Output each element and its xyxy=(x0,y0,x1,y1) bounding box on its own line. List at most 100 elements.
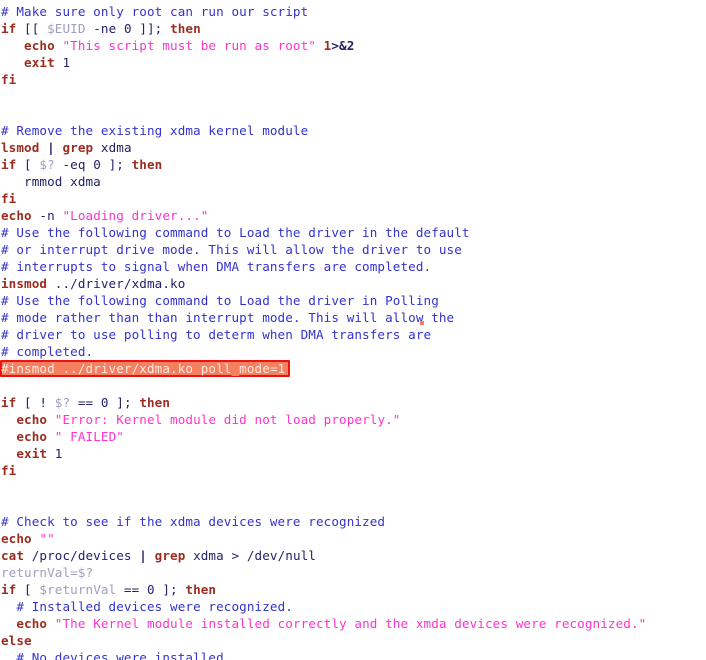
token-keyword: then xyxy=(139,395,171,410)
token-builtin: echo xyxy=(16,616,48,631)
token-plain: 1 xyxy=(47,446,63,461)
code-line[interactable]: cat /proc/devices | grep xdma > /dev/nul… xyxy=(0,547,706,564)
token-plain: 1 xyxy=(54,55,71,70)
code-line[interactable]: echo "" xyxy=(0,530,706,547)
code-line[interactable] xyxy=(0,88,706,105)
token-builtin: echo xyxy=(24,38,55,53)
token-var: $returnVal xyxy=(39,582,117,597)
code-line[interactable]: fi xyxy=(0,71,706,88)
code-line[interactable]: returnVal=$? xyxy=(0,564,706,581)
token-builtin: echo xyxy=(1,531,32,546)
token-plain: ../driver/xdma.ko xyxy=(47,276,186,291)
token-plain: /proc/devices xyxy=(24,548,140,563)
code-line[interactable]: # interrupts to signal when DMA transfer… xyxy=(0,258,706,275)
token-keyword: then xyxy=(131,157,163,172)
token-builtin: echo xyxy=(16,429,48,444)
code-line[interactable]: if [ $returnVal == 0 ]; then xyxy=(0,581,706,598)
code-line[interactable]: exit 1 xyxy=(0,445,706,462)
token-keyword: if xyxy=(1,21,17,36)
code-line[interactable]: echo "This script must be run as root" 1… xyxy=(0,37,706,54)
code-line[interactable]: if [ $? -eq 0 ]; then xyxy=(0,156,706,173)
token-op: | xyxy=(139,548,147,563)
code-line[interactable]: if [[ $EUID -ne 0 ]]; then xyxy=(0,20,706,37)
code-line-highlighted[interactable]: #insmod ../driver/xdma.ko poll_mode=1 xyxy=(0,360,706,377)
code-line[interactable]: fi xyxy=(0,190,706,207)
code-block[interactable]: # Make sure only root can run our script… xyxy=(0,3,706,660)
code-line[interactable]: insmod ../driver/xdma.ko xyxy=(0,275,706,292)
token-plain: 0 xyxy=(123,21,132,36)
token-plain: ]]; xyxy=(131,21,171,36)
code-line[interactable]: # No devices were installed. xyxy=(0,649,706,660)
code-line[interactable]: # Use the following command to Load the … xyxy=(0,224,706,241)
token-var: $? xyxy=(39,157,55,172)
token-builtin: insmod xyxy=(1,276,48,291)
token-comment: # No devices were installed. xyxy=(16,650,232,660)
code-line[interactable] xyxy=(0,496,706,513)
code-line[interactable]: # Remove the existing xdma kernel module xyxy=(0,122,706,139)
token-builtin: grep xyxy=(62,140,94,155)
token-plain: -eq 0 ]; xyxy=(54,157,132,172)
token-builtin: grep xyxy=(154,548,186,563)
code-line[interactable]: # Use the following command to Load the … xyxy=(0,292,706,309)
token-comment: # Remove the existing xdma kernel module xyxy=(1,123,309,138)
code-line[interactable]: exit 1 xyxy=(0,54,706,71)
token-keyword: else xyxy=(1,633,32,648)
token-plain: rmmod xdma xyxy=(1,174,101,189)
token-keyword: fi xyxy=(1,191,17,206)
code-line[interactable]: echo "Error: Kernel module did not load … xyxy=(0,411,706,428)
token-plain: == 0 ]; xyxy=(70,395,140,410)
token-string: "This script must be run as root" xyxy=(62,38,316,53)
token-keyword: then xyxy=(170,21,201,36)
token-string: "Loading driver..." xyxy=(62,208,209,223)
token-plain: [ xyxy=(16,157,40,172)
token-comment: # Check to see if the xdma devices were … xyxy=(1,514,386,529)
code-line[interactable]: # Make sure only root can run our script xyxy=(0,3,706,20)
token-op: | xyxy=(47,140,55,155)
code-line[interactable]: # Check to see if the xdma devices were … xyxy=(0,513,706,530)
code-line[interactable]: echo -n "Loading driver..." xyxy=(0,207,706,224)
token-comment: # Use the following command to Load the … xyxy=(1,225,470,240)
token-keyword: exit xyxy=(24,55,55,70)
code-line[interactable]: lsmod | grep xdma xyxy=(0,139,706,156)
code-line[interactable] xyxy=(0,377,706,394)
code-line[interactable]: if [ ! $? == 0 ]; then xyxy=(0,394,706,411)
token-string: " FAILED" xyxy=(54,429,124,444)
token-plain: xdma xyxy=(93,140,132,155)
code-line[interactable] xyxy=(0,479,706,496)
token-comment: # Make sure only root can run our script xyxy=(1,4,309,19)
token-plain: -n xyxy=(31,208,63,223)
code-line[interactable]: else xyxy=(0,632,706,649)
code-line[interactable]: # or interrupt drive mode. This will all… xyxy=(0,241,706,258)
token-keyword: if xyxy=(1,395,17,410)
token-plain: == 0 ]; xyxy=(116,582,186,597)
script-viewer: # Make sure only root can run our script… xyxy=(0,0,706,660)
token-op: >&2 xyxy=(331,38,355,53)
code-line[interactable]: # driver to use polling to determ when D… xyxy=(0,326,706,343)
code-line[interactable]: # Installed devices were recognized. xyxy=(0,598,706,615)
code-line[interactable]: # mode rather than than interrupt mode. … xyxy=(0,309,706,326)
token-plain: [ xyxy=(16,582,40,597)
token-var: $EUID xyxy=(47,21,86,36)
code-line[interactable]: echo " FAILED" xyxy=(0,428,706,445)
token-builtin: cat xyxy=(1,548,25,563)
token-comment: # interrupts to signal when DMA transfer… xyxy=(1,259,432,274)
token-comment: # driver to use polling to determ when D… xyxy=(1,327,432,342)
code-line[interactable]: rmmod xdma xyxy=(0,173,706,190)
code-line[interactable]: # completed. xyxy=(0,343,706,360)
token-plain: [[ xyxy=(16,21,48,36)
code-line[interactable] xyxy=(0,105,706,122)
render-artifact-dot xyxy=(420,321,424,325)
code-line[interactable]: fi xyxy=(0,462,706,479)
token-string: "The Kernel module installed correctly a… xyxy=(54,616,647,631)
token-builtin: lsmod xyxy=(1,140,40,155)
token-keyword: then xyxy=(185,582,217,597)
code-line[interactable]: echo "The Kernel module installed correc… xyxy=(0,615,706,632)
token-builtin: echo xyxy=(16,412,48,427)
